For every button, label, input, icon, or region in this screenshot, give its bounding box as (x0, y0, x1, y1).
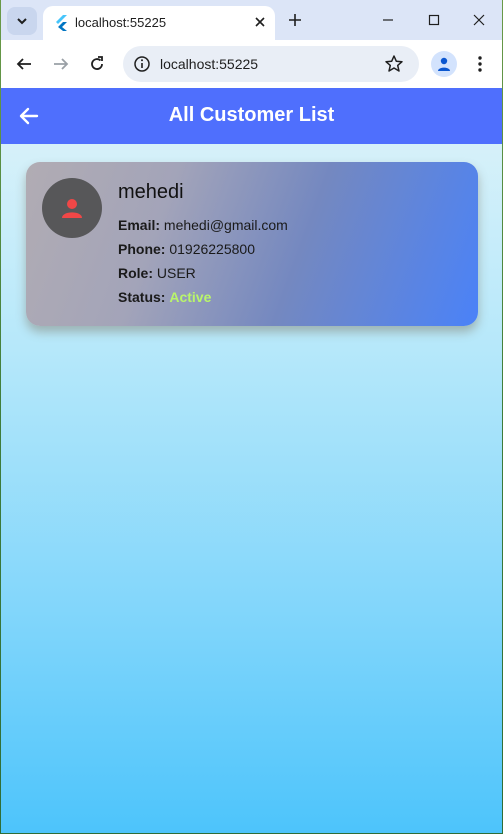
forward-button[interactable] (47, 50, 75, 78)
new-tab-button[interactable] (283, 8, 307, 32)
url-text: localhost:55225 (160, 56, 259, 72)
address-bar[interactable]: localhost:55225 (123, 46, 419, 82)
tab-search-button[interactable] (7, 7, 37, 35)
minimize-icon (383, 19, 393, 21)
reload-icon (91, 56, 103, 70)
email-row: Email: mehedi@gmail.com (118, 217, 288, 233)
avatar (42, 178, 102, 238)
browser-tab[interactable]: localhost:55225 (43, 6, 275, 40)
email-label: Email: (118, 217, 161, 233)
profile-icon (438, 57, 450, 71)
arrow-right-icon (54, 58, 69, 70)
reload-button[interactable] (83, 50, 111, 78)
customer-name: mehedi (118, 181, 184, 203)
chevron-down-icon (17, 18, 27, 25)
maximize-icon (428, 14, 440, 26)
plus-icon (289, 14, 301, 26)
flutter-icon (56, 15, 67, 31)
site-info-icon[interactable] (133, 55, 151, 73)
tab-title: localhost:55225 (75, 15, 167, 30)
tab-strip: localhost:55225 (1, 0, 502, 40)
phone-row: Phone: 01926225800 (118, 241, 255, 257)
browser-menu-button[interactable] (468, 52, 492, 76)
person-icon (62, 199, 82, 218)
browser-toolbar: localhost:55225 (1, 40, 502, 88)
tab-close-button[interactable] (249, 11, 271, 33)
maximize-button[interactable] (411, 6, 457, 34)
role-row: Role: USER (118, 265, 196, 281)
status-row: Status: Active (118, 289, 211, 305)
phone-label: Phone: (118, 241, 166, 257)
status-label: Status: (118, 289, 166, 305)
minimize-button[interactable] (365, 6, 411, 34)
app-bar: All Customer List (1, 88, 502, 144)
bookmark-star-icon[interactable] (384, 54, 404, 74)
app-viewport: All Customer List mehedi Email: mehedi@g… (1, 88, 502, 833)
role-label: Role: (118, 265, 153, 281)
email-value: mehedi@gmail.com (163, 217, 288, 233)
close-icon (473, 14, 485, 26)
phone-value: 01926225800 (169, 241, 255, 257)
window-close-button[interactable] (456, 6, 502, 34)
customer-card[interactable]: mehedi Email: mehedi@gmail.com Phone: 01… (26, 162, 478, 326)
profile-button[interactable] (431, 51, 457, 77)
close-icon (255, 17, 265, 27)
more-vertical-icon (478, 56, 482, 72)
arrow-left-icon (16, 58, 31, 70)
status-badge: Active (169, 289, 212, 305)
role-value: USER (156, 265, 196, 281)
browser-window: localhost:55225 localhost:55225 All Cust… (1, 0, 502, 833)
page-title: All Customer List (168, 104, 335, 126)
back-button[interactable] (10, 50, 38, 78)
